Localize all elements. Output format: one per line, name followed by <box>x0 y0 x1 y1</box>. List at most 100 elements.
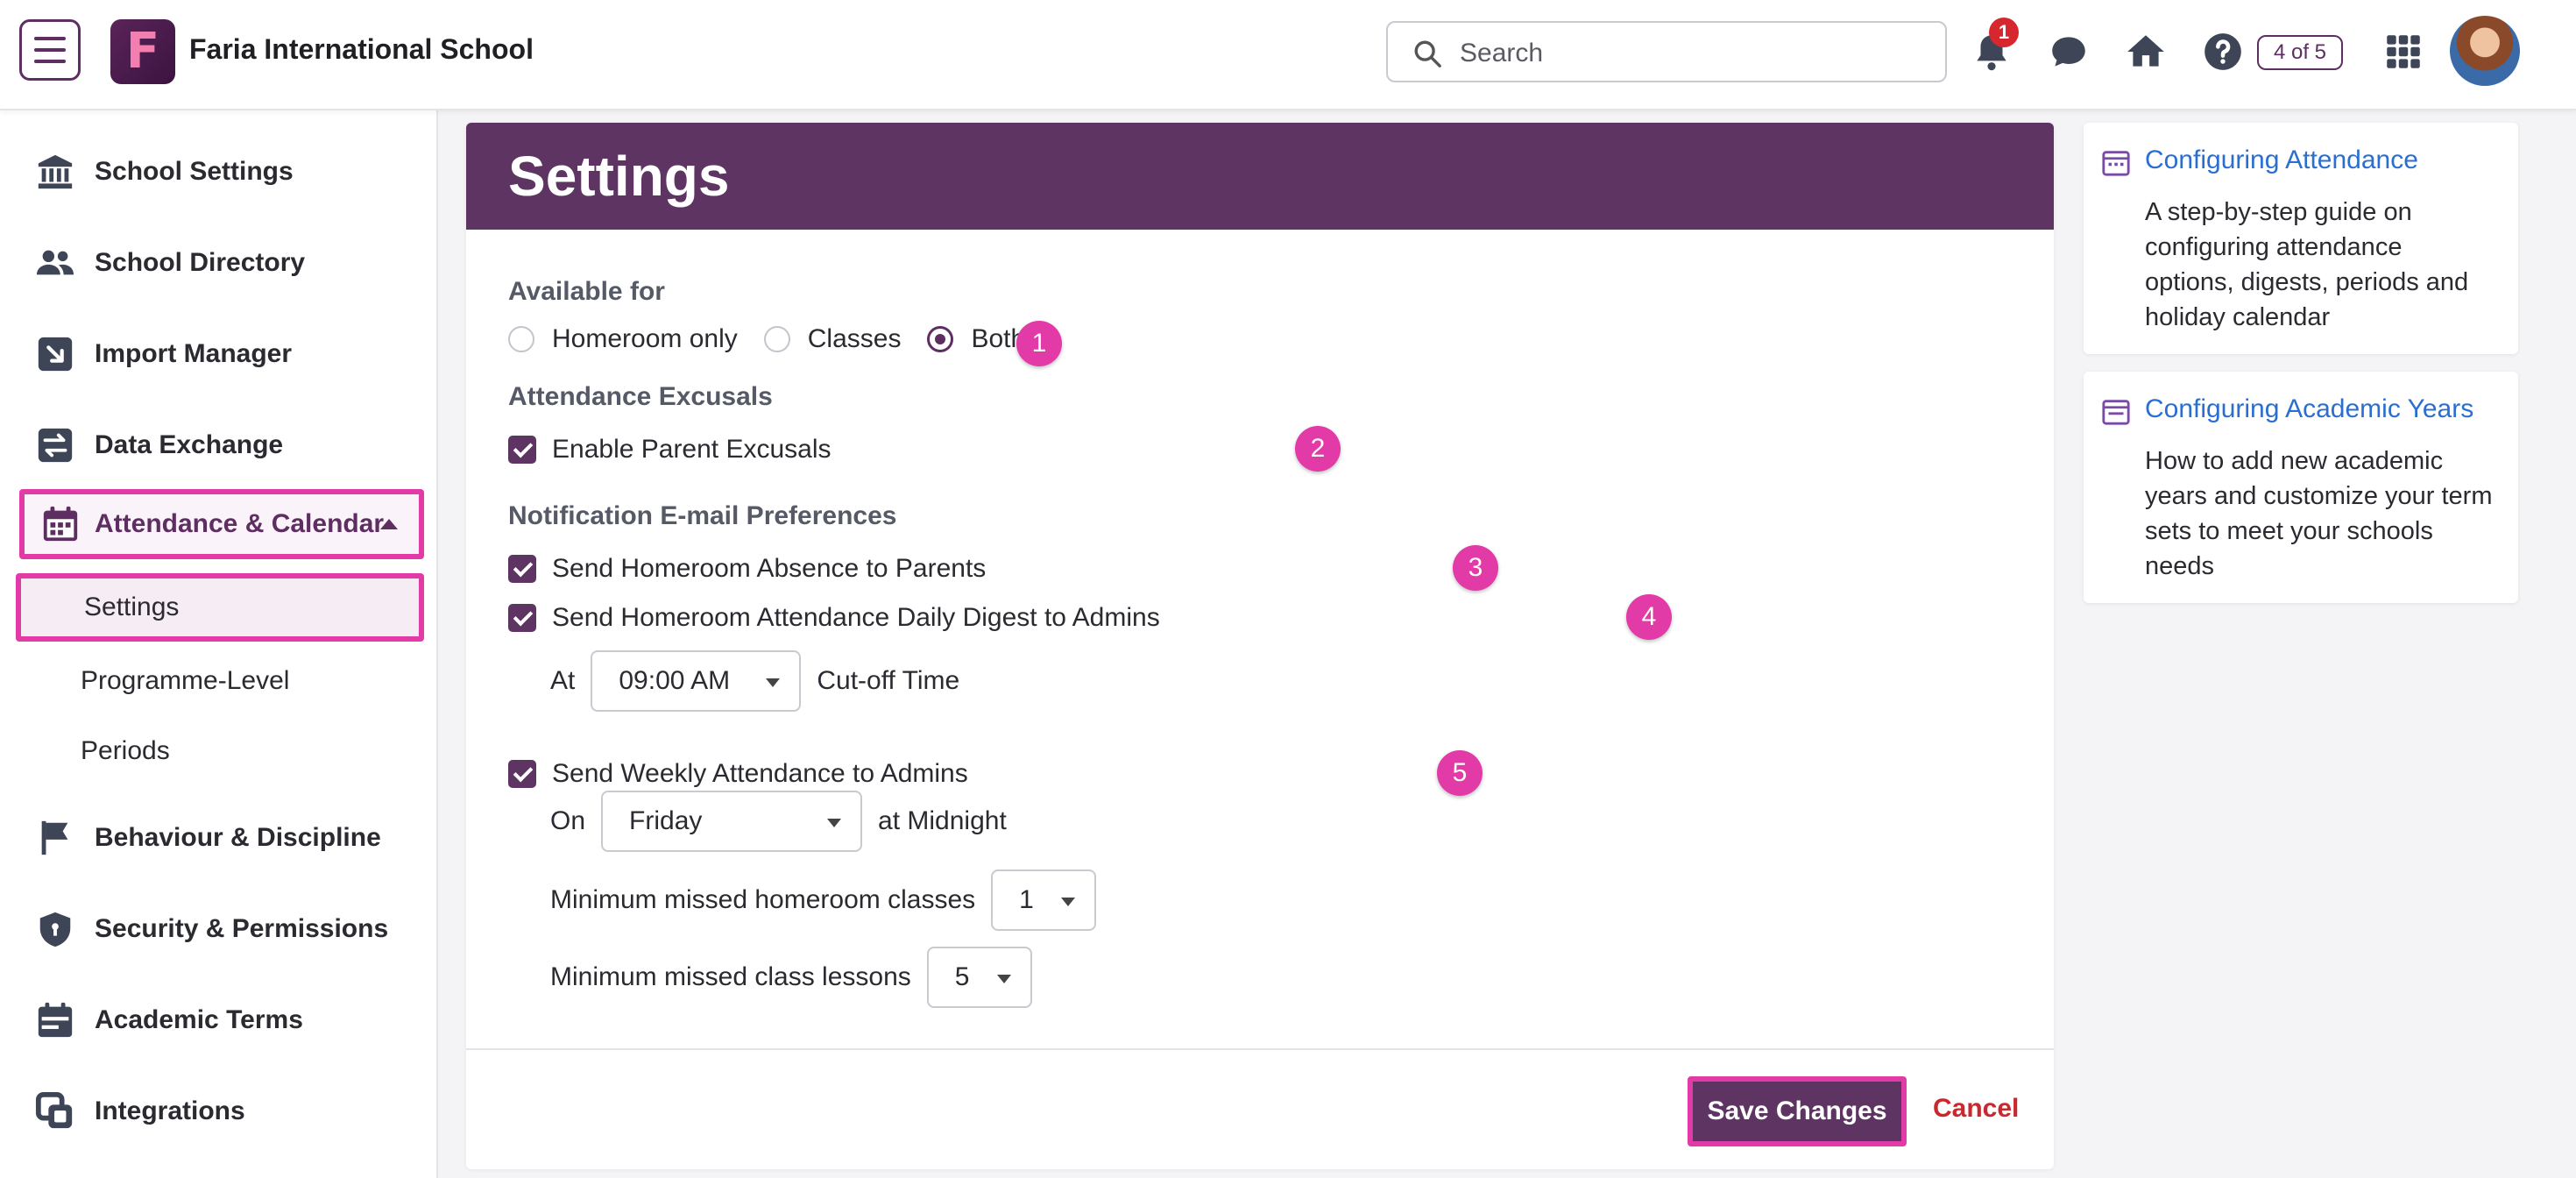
chevron-down-icon <box>766 678 781 687</box>
help-card-description: How to add new academic years and custom… <box>2145 447 2493 580</box>
sidebar-item-academic-terms[interactable]: Academic Terms <box>0 985 436 1055</box>
weekly-day-select[interactable]: Friday <box>601 791 863 852</box>
min-homeroom-value: 1 <box>1019 885 1034 914</box>
sidebar-subitem-label: Programme-Level <box>81 666 290 695</box>
divider <box>466 1048 2054 1050</box>
apps-grid-icon[interactable] <box>2381 30 2425 74</box>
available-for-label: Available for <box>508 277 665 306</box>
sidebar-item-label: Academic Terms <box>95 1005 303 1034</box>
shield-icon <box>39 912 71 947</box>
sidebar-item-attendance-calendar[interactable]: Attendance & Calendar <box>19 489 424 559</box>
step-marker: 4 <box>1626 594 1672 640</box>
home-icon[interactable] <box>2124 30 2168 74</box>
enable-parent-excusals-checkbox[interactable] <box>508 436 536 464</box>
school-name: Faria International School <box>189 33 534 65</box>
sidebar-subitem-programme-level[interactable]: Programme-Level <box>0 647 436 715</box>
radio-classes[interactable] <box>763 326 790 352</box>
min-class-value: 5 <box>954 962 970 991</box>
available-for-options: Homeroom only Classes Both <box>508 324 1051 354</box>
sidebar-item-data-exchange[interactable]: Data Exchange <box>0 410 436 480</box>
notification-preferences-label: Notification E-mail Preferences <box>508 501 897 530</box>
min-class-label: Minimum missed class lessons <box>550 962 911 991</box>
chevron-down-icon <box>996 975 1011 983</box>
homeroom-absence-row: Send Homeroom Absence to Parents <box>508 554 986 584</box>
settings-panel: Settings Available for Homeroom only Cla… <box>466 123 2054 1169</box>
notification-badge: 1 <box>1989 18 2019 47</box>
min-class-select[interactable]: 5 <box>926 947 1032 1008</box>
radio-both[interactable] <box>927 326 954 352</box>
radio-homeroom-only[interactable] <box>508 326 534 352</box>
terms-icon <box>38 1002 73 1038</box>
step-marker: 2 <box>1295 426 1341 472</box>
search-icon <box>1414 40 1441 67</box>
search-input[interactable] <box>1458 35 1917 72</box>
weekly-attendance-row: Send Weekly Attendance to Admins <box>508 759 968 789</box>
weekly-day-value: Friday <box>629 806 703 835</box>
step-marker: 3 <box>1453 545 1498 591</box>
radio-label: Classes <box>807 324 902 353</box>
sidebar-item-label: School Directory <box>95 248 306 277</box>
help-card-description: A step-by-step guide on configuring atte… <box>2145 198 2469 331</box>
sidebar-item-import-manager[interactable]: Import Manager <box>0 319 436 389</box>
search-box[interactable] <box>1386 21 1947 82</box>
page-title: Settings <box>508 145 730 208</box>
sidebar-item-label: Import Manager <box>95 339 293 368</box>
cutoff-time-value: 09:00 AM <box>619 666 731 695</box>
sidebar-item-label: Security & Permissions <box>95 914 389 943</box>
sidebar-item-school-directory[interactable]: School Directory <box>0 228 436 298</box>
panel-header: Settings <box>466 123 2054 230</box>
checkbox-label: Send Homeroom Attendance Daily Digest to… <box>552 603 1160 632</box>
weekly-day-row: On Friday at Midnight <box>550 791 1007 852</box>
chevron-down-icon <box>1061 898 1076 906</box>
attendance-excusals-label: Attendance Excusals <box>508 382 773 411</box>
help-icon[interactable] <box>2201 30 2245 74</box>
sidebar-item-label: School Settings <box>95 157 294 186</box>
sidebar-subitem-settings[interactable]: Settings <box>16 573 424 642</box>
on-label: On <box>550 806 586 835</box>
min-class-row: Minimum missed class lessons 5 <box>550 947 1048 1008</box>
min-homeroom-select[interactable]: 1 <box>991 869 1097 931</box>
step-marker: 1 <box>1016 321 1062 366</box>
help-card-attendance[interactable]: Configuring Attendance A step-by-step gu… <box>2084 123 2518 354</box>
sidebar-item-label: Integrations <box>95 1096 245 1125</box>
sidebar-item-school-settings[interactable]: School Settings <box>0 137 436 207</box>
help-card-title[interactable]: Configuring Academic Years <box>2145 394 2473 424</box>
tour-progress-pill[interactable]: 4 of 5 <box>2257 35 2343 70</box>
enable-parent-excusals-row: Enable Parent Excusals <box>508 435 832 465</box>
user-avatar[interactable] <box>2450 16 2520 86</box>
save-changes-button[interactable]: Save Changes <box>1688 1076 1907 1146</box>
weekly-attendance-checkbox[interactable] <box>508 760 536 788</box>
calendar-icon <box>43 506 78 542</box>
chevron-up-icon <box>380 519 398 529</box>
sidebar-item-label: Behaviour & Discipline <box>95 823 381 852</box>
sidebar-subitem-label: Periods <box>81 736 170 765</box>
sidebar-item-behaviour-discipline[interactable]: Behaviour & Discipline <box>0 803 436 873</box>
flag-icon <box>41 820 68 855</box>
cancel-link[interactable]: Cancel <box>1933 1094 2019 1124</box>
cutoff-label: Cut-off Time <box>817 666 960 695</box>
people-icon <box>36 250 74 275</box>
sidebar-subitem-periods[interactable]: Periods <box>0 717 436 785</box>
calendar-icon <box>2102 151 2130 176</box>
school-logo[interactable]: F <box>110 19 175 84</box>
daily-digest-checkbox[interactable] <box>508 604 536 632</box>
checkbox-label: Send Homeroom Absence to Parents <box>552 554 987 583</box>
sidebar: School Settings School Directory Import … <box>0 109 438 1178</box>
radio-label: Homeroom only <box>552 324 738 353</box>
hamburger-menu-button[interactable] <box>19 19 81 81</box>
chat-icon[interactable] <box>2047 30 2091 74</box>
help-card-academic-years[interactable]: Configuring Academic Years How to add ne… <box>2084 372 2518 603</box>
sidebar-item-security-permissions[interactable]: Security & Permissions <box>0 894 436 964</box>
homeroom-absence-checkbox[interactable] <box>508 555 536 583</box>
checkbox-label: Send Weekly Attendance to Admins <box>552 759 968 788</box>
chevron-down-icon <box>827 819 842 827</box>
cutoff-time-row: At 09:00 AM Cut-off Time <box>550 650 959 712</box>
calendar-icon <box>2102 400 2130 425</box>
checkbox-label: Enable Parent Excusals <box>552 435 832 464</box>
cutoff-time-select[interactable]: 09:00 AM <box>591 650 802 712</box>
top-bar: F Faria International School 1 4 of 5 <box>0 0 2576 110</box>
sidebar-item-label: Data Exchange <box>95 430 284 459</box>
sidebar-item-integrations[interactable]: Integrations <box>0 1076 436 1146</box>
help-card-title[interactable]: Configuring Attendance <box>2145 145 2418 175</box>
import-icon <box>38 337 73 372</box>
